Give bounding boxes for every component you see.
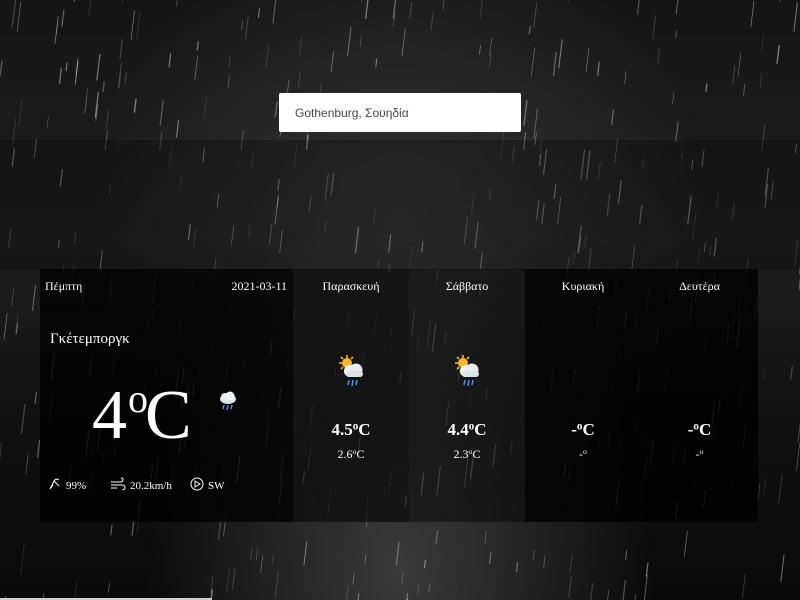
forecast-min-unit: C (356, 447, 365, 461)
forecast-max-unit: C (698, 420, 712, 439)
humidity-icon (48, 477, 62, 494)
background-band (0, 140, 800, 270)
forecast-min-unit: C (472, 447, 481, 461)
wind-icon (110, 477, 126, 494)
forecast-day: Δευτέρα (679, 279, 720, 293)
background-rain-scene: Πέμπτη 2021-03-11 Γκέτεμποργκ 4oC 99% (0, 0, 800, 600)
forecast-max-temp: 4.4oC (409, 420, 525, 440)
current-temp-unit: C (145, 377, 192, 454)
forecast-max-temp: -oC (525, 420, 641, 440)
today-day: Πέμπτη (45, 279, 83, 293)
wind-direction-stat: SW (190, 477, 225, 494)
forecast-day: Σάββατο (445, 279, 489, 293)
forecast-min-degree: o (583, 447, 587, 457)
current-temperature: 4oC (92, 379, 192, 451)
today-card: Πέμπτη 2021-03-11 Γκέτεμποργκ 4oC 99% 20… (40, 269, 293, 522)
forecast-card: Παρασκευή 4.5oC 2.6oC (293, 269, 409, 522)
today-date: 2021-03-11 (231, 279, 287, 293)
forecast-card: Κυριακή -oC -o (525, 269, 641, 522)
forecast-max-value: 4.4 (447, 420, 469, 439)
wind-speed-value: 20.2km/h (130, 479, 172, 492)
city-name: Γκέτεμποργκ (50, 331, 130, 347)
forecast-min-value: 2.6 (337, 447, 353, 461)
forecast-card: Σάββατο 4.4oC 2.3oC (409, 269, 525, 522)
compass-icon (190, 477, 204, 494)
city-search-input[interactable] (279, 93, 521, 132)
forecast-min-temp: 2.6oC (293, 447, 409, 462)
forecast-max-unit: C (582, 420, 595, 439)
humidity-value: 99% (66, 479, 87, 492)
current-temp-value: 4 (92, 377, 127, 454)
wind-direction-value: SW (208, 479, 225, 492)
forecast-min-temp: -o (641, 447, 758, 462)
forecast-min-temp: 2.3oC (409, 447, 525, 462)
forecast-max-value: 4.5 (331, 420, 353, 439)
rain-cloud-icon (218, 391, 238, 418)
forecast-card: Δευτέρα -oC -o (641, 269, 758, 522)
forecast-max-temp: -oC (641, 420, 758, 440)
forecast-min-degree: o (699, 447, 704, 457)
sun-cloud-rain-icon (337, 354, 365, 393)
sun-cloud-rain-icon (453, 354, 481, 393)
forecast-min-temp: -o (525, 447, 641, 462)
forecast-day: Κυριακή (561, 279, 605, 293)
forecast-min-value: 2.3 (453, 447, 469, 461)
forecast-day: Παρασκευή (322, 279, 380, 293)
humidity-stat: 99% (48, 477, 86, 494)
forecast-max-unit: C (358, 420, 371, 439)
forecast-max-unit: C (474, 420, 487, 439)
wind-speed-stat: 20.2km/h (110, 477, 172, 494)
forecast-max-temp: 4.5oC (293, 420, 409, 440)
